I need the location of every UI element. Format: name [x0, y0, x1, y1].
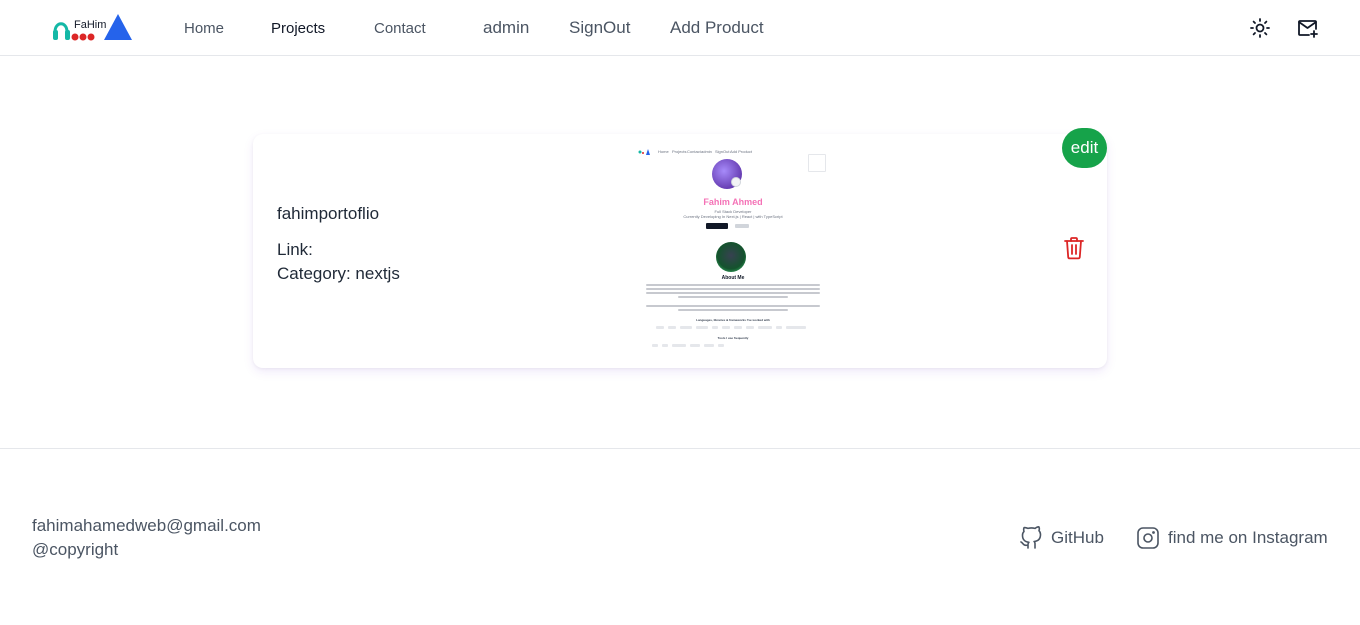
thumb-avatar-badge — [731, 177, 741, 187]
thumb-tagline: Currently Developing In Next.js | React … — [683, 214, 783, 219]
thumb-nav-home: Home — [658, 149, 669, 154]
mail-plus-icon[interactable] — [1296, 16, 1320, 40]
thumb-chip — [746, 326, 754, 329]
thumb-chip — [696, 326, 708, 329]
project-thumbnail: Home Projects Contact admin SignOut Add … — [638, 146, 828, 352]
project-link: Link: — [277, 240, 313, 259]
thumb-chip — [668, 326, 676, 329]
thumb-chip — [734, 326, 742, 329]
instagram-label: find me on Instagram — [1168, 528, 1328, 547]
nav-projects[interactable]: Projects — [271, 20, 325, 37]
thumb-dropdown — [808, 154, 826, 172]
github-label: GitHub — [1051, 528, 1104, 547]
thumb-tools-title: Tools I use frequently — [717, 336, 749, 340]
thumb-chip — [712, 326, 718, 329]
thumb-chip — [656, 326, 664, 329]
thumb-primary-button — [706, 223, 728, 229]
thumb-name: Fahim Ahmed — [703, 197, 763, 207]
thumb-chip — [704, 344, 714, 347]
thumb-logo-icon — [638, 149, 650, 155]
instagram-icon — [1137, 527, 1159, 549]
thumb-nav-projects: Projects — [672, 149, 687, 154]
footer-copyright: @copyright — [32, 540, 119, 559]
thumb-about-title: About Me — [721, 275, 745, 281]
footer-divider — [0, 448, 1360, 449]
thumb-chip — [672, 344, 686, 347]
nav-contact[interactable]: Contact — [374, 20, 426, 37]
thumb-secondary-button — [735, 224, 749, 228]
thumb-text-line — [678, 309, 788, 311]
site-logo[interactable]: FaHim — [52, 12, 134, 44]
thumb-text-line — [678, 296, 788, 298]
thumb-text-line — [646, 305, 820, 307]
thumb-chip — [662, 344, 668, 347]
thumb-nav-contact: Contact — [687, 149, 701, 154]
thumb-languages-title: Languages, libraries & frameworks I've w… — [696, 318, 770, 322]
thumb-chip — [718, 344, 724, 347]
header: FaHim Home Projects Contact admin SignOu… — [0, 0, 1360, 56]
project-card: fahimportoflio Link: Category: nextjs Ho… — [253, 128, 1107, 368]
thumb-chip — [786, 326, 806, 329]
thumb-text-line — [646, 284, 820, 286]
edit-button[interactable]: edit — [1062, 128, 1107, 168]
github-icon — [1020, 526, 1042, 549]
thumb-chip — [690, 344, 700, 347]
thumb-chip — [680, 326, 692, 329]
thumb-text-line — [646, 288, 820, 290]
sun-icon[interactable] — [1248, 16, 1272, 40]
footer-email[interactable]: fahimahamedweb@gmail.com — [32, 516, 261, 536]
thumb-nav-admin: admin — [701, 149, 712, 154]
project-category: Category: nextjs — [277, 264, 400, 283]
thumb-about-photo — [716, 242, 746, 272]
thumb-chip — [776, 326, 782, 329]
nav-add-product[interactable]: Add Product — [670, 18, 764, 38]
logo-text: FaHim — [74, 19, 107, 31]
github-link[interactable]: GitHub — [1019, 526, 1104, 550]
trash-icon[interactable] — [1063, 236, 1085, 260]
thumb-nav-signout: SignOut — [715, 149, 730, 154]
thumb-chip — [758, 326, 772, 329]
thumb-chip — [722, 326, 730, 329]
thumb-chip — [652, 344, 658, 347]
thumb-nav-add-product: Add Product — [730, 149, 753, 154]
nav-signout[interactable]: SignOut — [569, 18, 630, 38]
project-title: fahimportoflio — [277, 204, 380, 223]
instagram-link[interactable]: find me on Instagram — [1136, 526, 1328, 550]
nav-admin[interactable]: admin — [483, 18, 529, 38]
nav-home[interactable]: Home — [184, 20, 224, 37]
thumb-text-line — [646, 292, 820, 294]
